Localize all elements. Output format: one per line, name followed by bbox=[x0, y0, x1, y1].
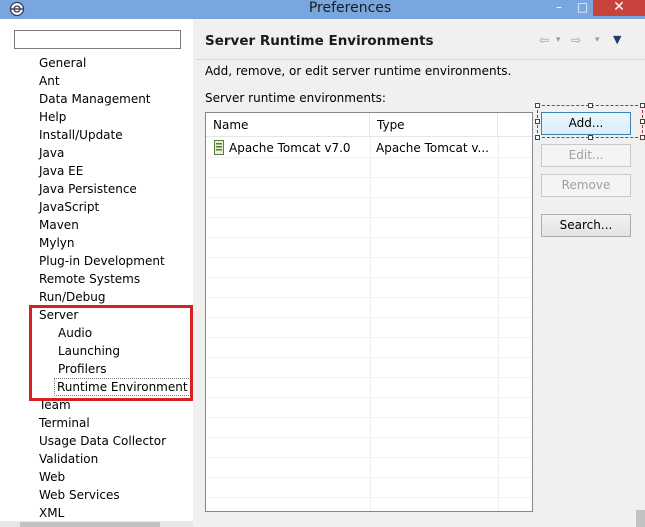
add-highlight-box bbox=[537, 105, 643, 138]
sash[interactable] bbox=[193, 19, 196, 527]
selection-handle bbox=[535, 103, 540, 108]
tree-item-run-debug[interactable]: Run/Debug bbox=[39, 288, 106, 306]
selection-handle bbox=[640, 119, 645, 124]
maximize-button[interactable]: □ bbox=[572, 0, 593, 16]
tree-item-help[interactable]: Help bbox=[39, 108, 66, 126]
grid-line bbox=[206, 497, 532, 498]
server-highlight-box bbox=[29, 305, 193, 401]
page-description: Add, remove, or edit server runtime envi… bbox=[205, 64, 512, 78]
grid-line bbox=[206, 197, 532, 198]
grid-line bbox=[206, 157, 532, 158]
minimize-button[interactable]: – bbox=[546, 0, 572, 16]
selection-handle bbox=[588, 103, 593, 108]
grid-line bbox=[206, 377, 532, 378]
selection-handle bbox=[588, 135, 593, 140]
view-menu-icon[interactable]: ▼ bbox=[613, 33, 621, 47]
grid-line bbox=[206, 297, 532, 298]
page-header: Server Runtime Environments ⇦ ▾ ⇨ ▾ ▼ bbox=[196, 19, 645, 59]
forward-menu-icon[interactable]: ▾ bbox=[595, 33, 600, 47]
grid-line bbox=[206, 397, 532, 398]
selection-handle bbox=[640, 135, 645, 140]
dialog-client: General Ant Data Management Help Install… bbox=[0, 19, 645, 527]
remove-button[interactable]: Remove bbox=[541, 174, 631, 197]
tree-item-web-services[interactable]: Web Services bbox=[39, 486, 120, 504]
grid-line bbox=[206, 217, 532, 218]
runtimes-list-label: Server runtime environments: bbox=[205, 91, 386, 105]
tree-item-usage-data-collector[interactable]: Usage Data Collector bbox=[39, 432, 166, 450]
tree-item-mylyn[interactable]: Mylyn bbox=[39, 234, 75, 252]
grid-line bbox=[206, 417, 532, 418]
tree-scrollbar-thumb[interactable] bbox=[20, 522, 160, 527]
back-arrow-icon[interactable]: ⇦ bbox=[539, 33, 549, 47]
tree-item-java-persistence[interactable]: Java Persistence bbox=[39, 180, 137, 198]
tree-item-maven[interactable]: Maven bbox=[39, 216, 79, 234]
grid-line bbox=[206, 477, 532, 478]
grid-line bbox=[206, 177, 532, 178]
filter-input[interactable] bbox=[14, 30, 181, 49]
tree-item-javascript[interactable]: JavaScript bbox=[39, 198, 99, 216]
page-scrollbar-thumb[interactable] bbox=[636, 510, 645, 527]
tree-item-ant[interactable]: Ant bbox=[39, 72, 60, 90]
tree-item-remote-systems[interactable]: Remote Systems bbox=[39, 270, 140, 288]
tree-item-xml[interactable]: XML bbox=[39, 504, 64, 522]
tree-item-web[interactable]: Web bbox=[39, 468, 65, 486]
column-header-filler bbox=[498, 113, 532, 137]
column-header-type[interactable]: Type bbox=[370, 113, 498, 137]
selection-handle bbox=[535, 119, 540, 124]
tree-item-general[interactable]: General bbox=[39, 54, 86, 72]
column-header-name[interactable]: Name bbox=[206, 113, 370, 137]
selection-handle bbox=[535, 135, 540, 140]
back-menu-icon[interactable]: ▾ bbox=[556, 33, 561, 47]
grid-line bbox=[498, 137, 499, 511]
runtime-type-cell[interactable]: Apache Tomcat v... bbox=[376, 139, 494, 157]
tree-item-plugin-development[interactable]: Plug-in Development bbox=[39, 252, 165, 270]
tree-item-validation[interactable]: Validation bbox=[39, 450, 98, 468]
edit-button[interactable]: Edit... bbox=[541, 144, 631, 167]
runtime-name-cell[interactable]: Apache Tomcat v7.0 bbox=[229, 139, 369, 157]
grid-line bbox=[206, 257, 532, 258]
tree-item-install-update[interactable]: Install/Update bbox=[39, 126, 123, 144]
grid-line bbox=[206, 357, 532, 358]
grid-line bbox=[206, 437, 532, 438]
grid-line bbox=[206, 457, 532, 458]
forward-arrow-icon[interactable]: ⇨ bbox=[571, 33, 581, 47]
tree-item-java-ee[interactable]: Java EE bbox=[39, 162, 83, 180]
header-separator bbox=[196, 59, 645, 60]
runtimes-table: Name Type Apache Tomcat v7.0 Apache Tomc… bbox=[205, 112, 533, 512]
close-button[interactable]: ✕ bbox=[593, 0, 645, 16]
preferences-tree: General Ant Data Management Help Install… bbox=[0, 19, 193, 527]
page-title: Server Runtime Environments bbox=[205, 33, 434, 49]
tree-item-terminal[interactable]: Terminal bbox=[39, 414, 90, 432]
title-bar: Preferences – □ ✕ bbox=[0, 0, 645, 19]
grid-line bbox=[206, 237, 532, 238]
selection-handle bbox=[640, 103, 645, 108]
tree-item-java[interactable]: Java bbox=[39, 144, 64, 162]
server-icon bbox=[214, 140, 224, 155]
grid-line bbox=[206, 337, 532, 338]
tree-item-data-management[interactable]: Data Management bbox=[39, 90, 151, 108]
grid-line bbox=[206, 317, 532, 318]
grid-line bbox=[370, 137, 371, 511]
search-button[interactable]: Search... bbox=[541, 214, 631, 237]
grid-line bbox=[206, 277, 532, 278]
